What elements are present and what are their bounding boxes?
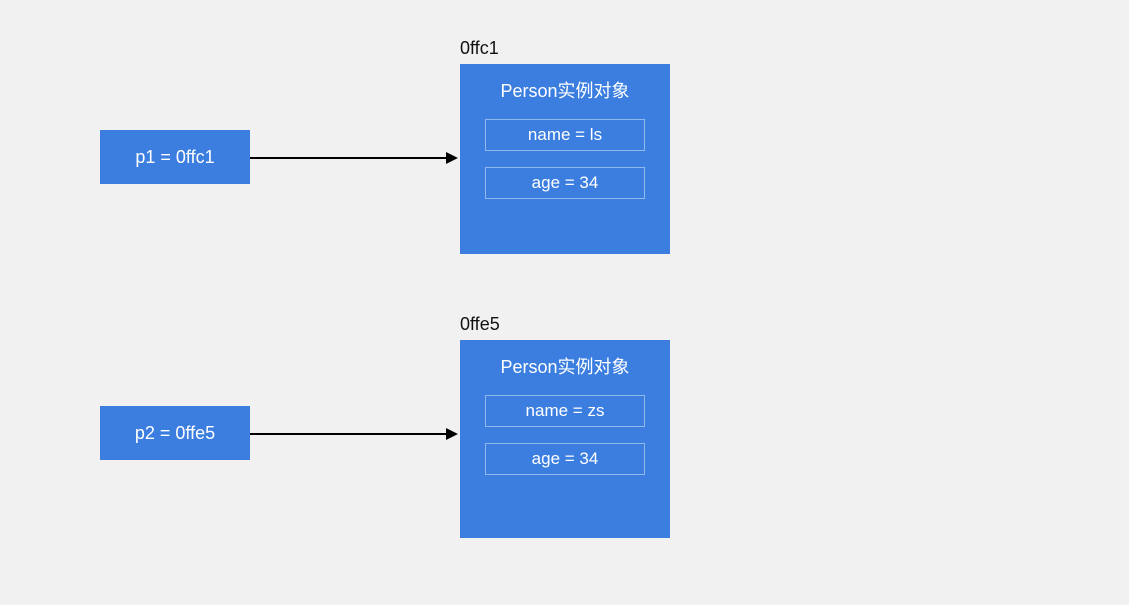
arrow-p1-to-obj	[250, 148, 460, 168]
variable-p1-label: p1 = 0ffc1	[135, 147, 214, 168]
object-p2: Person实例对象 name = zs age = 34	[460, 340, 670, 538]
arrow-p2-to-obj	[250, 424, 460, 444]
variable-p2: p2 = 0ffe5	[100, 406, 250, 460]
variable-p1: p1 = 0ffc1	[100, 130, 250, 184]
object-p1-name-field: name = ls	[485, 119, 645, 151]
object-p2-name-field: name = zs	[485, 395, 645, 427]
object-p1-title: Person实例对象	[461, 65, 669, 111]
address-label-p1: 0ffc1	[460, 38, 499, 59]
object-p2-age-field: age = 34	[485, 443, 645, 475]
object-p2-name-text: name = zs	[526, 401, 605, 421]
address-label-p2: 0ffe5	[460, 314, 500, 335]
object-p1: Person实例对象 name = ls age = 34	[460, 64, 670, 254]
object-p1-name-text: name = ls	[528, 125, 602, 145]
object-p1-age-text: age = 34	[532, 173, 599, 193]
variable-p2-label: p2 = 0ffe5	[135, 423, 215, 444]
object-p2-age-text: age = 34	[532, 449, 599, 469]
object-p2-title: Person实例对象	[461, 341, 669, 387]
object-p1-age-field: age = 34	[485, 167, 645, 199]
